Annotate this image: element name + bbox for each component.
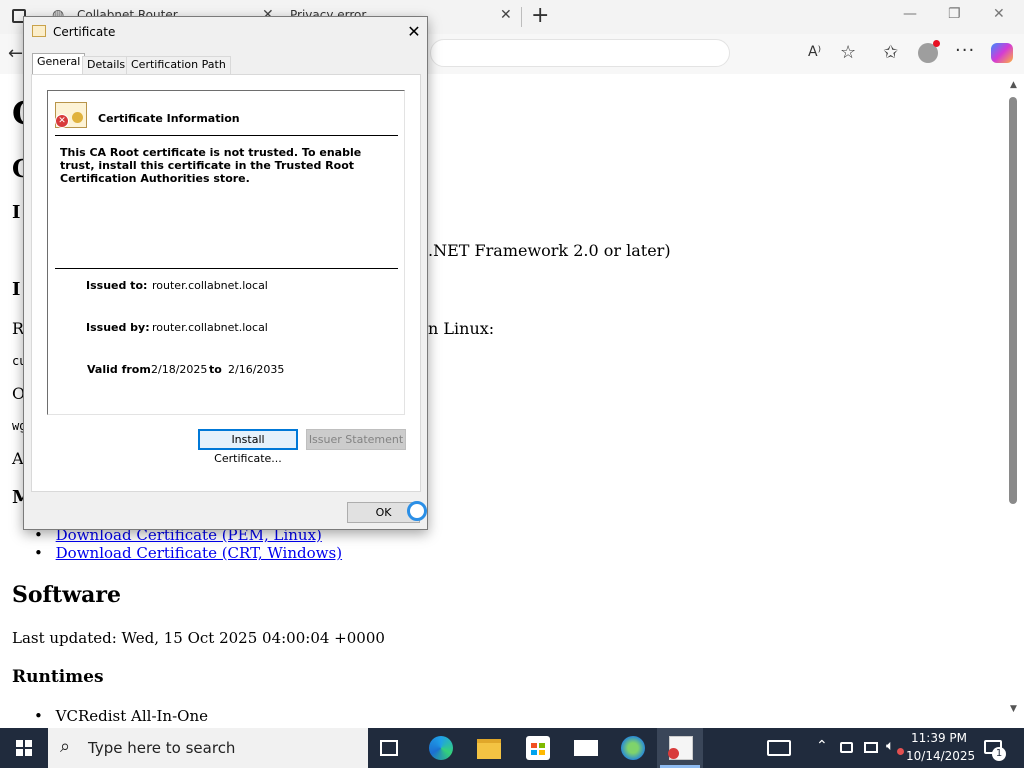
divider xyxy=(55,268,398,269)
windows-logo-icon xyxy=(16,740,32,756)
search-placeholder: Type here to search xyxy=(88,739,236,757)
back-icon[interactable]: ← xyxy=(8,43,23,64)
dialog-title: Certificate xyxy=(53,25,116,39)
issued-to-label: Issued to: xyxy=(86,279,148,292)
tab-certification-path[interactable]: Certification Path xyxy=(126,56,231,74)
notification-dot-icon xyxy=(933,40,940,47)
close-icon[interactable]: ✕ xyxy=(500,7,512,23)
runtime-item: VCRedist All-In-One xyxy=(55,707,208,725)
install-certificate-button[interactable]: Install Certificate... xyxy=(198,429,298,465)
netfx-text: .NET Framework 2.0 or later) xyxy=(428,241,671,260)
address-field[interactable] xyxy=(430,39,730,67)
issued-by-value: router.collabnet.local xyxy=(152,321,268,334)
scroll-thumb[interactable] xyxy=(1009,97,1017,504)
network-globe-icon[interactable] xyxy=(621,736,645,760)
last-updated-text: Last updated: Wed, 15 Oct 2025 04:00:04 … xyxy=(12,629,385,647)
certificate-dialog: Certificate ✕ General Details Certificat… xyxy=(23,16,428,530)
general-tab-panel: ✕ Certificate Information This CA Root c… xyxy=(31,74,421,492)
copilot-icon[interactable] xyxy=(991,43,1013,63)
favorite-icon[interactable]: ☆ xyxy=(840,42,856,63)
certificate-info-title: Certificate Information xyxy=(98,112,240,125)
bullet-icon: • xyxy=(34,707,43,725)
list-item: • Download Certificate (CRT, Windows) xyxy=(34,544,342,562)
task-view-icon[interactable] xyxy=(380,740,398,756)
busy-cursor-icon xyxy=(407,501,427,521)
valid-to-value: 2/16/2035 xyxy=(228,363,285,376)
start-button[interactable] xyxy=(0,728,48,768)
more-icon[interactable]: ··· xyxy=(955,40,975,61)
meet-now-icon[interactable] xyxy=(840,742,853,753)
chevron-up-icon[interactable]: ⌃ xyxy=(816,738,828,754)
valid-from-value: 2/18/2025 xyxy=(151,363,208,376)
valid-to-label: to xyxy=(209,363,222,376)
minimize-icon[interactable]: — xyxy=(903,6,917,22)
mute-badge-icon xyxy=(897,748,904,755)
issued-to-value: router.collabnet.local xyxy=(152,279,268,292)
mail-icon[interactable] xyxy=(574,740,598,756)
window-close-icon[interactable]: ✕ xyxy=(993,6,1005,22)
issued-by-label: Issued by: xyxy=(86,321,150,334)
valid-from-label: Valid from xyxy=(87,363,151,376)
file-explorer-icon[interactable] xyxy=(477,739,501,759)
clock-time[interactable]: 11:39 PM xyxy=(906,731,972,745)
linux-text: n Linux: xyxy=(428,319,495,338)
issuer-statement-button: Issuer Statement xyxy=(306,429,406,450)
software-heading: Software xyxy=(12,582,121,608)
error-badge-icon: ✕ xyxy=(55,114,69,128)
news-widget-icon[interactable] xyxy=(767,740,791,756)
scroll-down-icon[interactable]: ▼ xyxy=(1010,704,1017,714)
tab-details[interactable]: Details xyxy=(82,56,131,74)
subheading-partial: I xyxy=(12,279,21,300)
favorites-icon[interactable]: ✩ xyxy=(883,42,898,63)
network-icon[interactable] xyxy=(864,742,878,753)
divider xyxy=(55,135,398,136)
notification-count-badge: 1 xyxy=(992,747,1006,761)
download-crt-link[interactable]: Download Certificate (CRT, Windows) xyxy=(56,544,342,562)
scroll-up-icon[interactable]: ▲ xyxy=(1010,80,1017,90)
subheading-partial: I xyxy=(12,202,21,223)
paragraph-partial: A xyxy=(12,449,24,468)
search-box[interactable]: ⌕ Type here to search xyxy=(48,728,368,768)
volume-muted-icon[interactable]: 🔈︎ xyxy=(886,738,894,754)
search-icon: ⌕ xyxy=(60,736,71,757)
bullet-icon: • xyxy=(34,544,43,562)
maximize-icon[interactable]: ❐ xyxy=(948,6,961,22)
certificate-info-box: ✕ Certificate Information This CA Root c… xyxy=(47,90,405,415)
certificate-title-icon xyxy=(32,25,46,37)
seal-icon xyxy=(72,112,83,123)
edge-icon[interactable] xyxy=(429,736,453,760)
tab-general[interactable]: General xyxy=(32,53,86,75)
store-tiles-icon xyxy=(531,743,545,755)
list-item: • VCRedist All-In-One xyxy=(34,707,208,725)
trust-warning: This CA Root certificate is not trusted.… xyxy=(60,146,362,185)
read-aloud-icon[interactable]: A⁾ xyxy=(808,44,821,60)
store-icon[interactable] xyxy=(526,736,550,760)
new-tab-icon[interactable]: + xyxy=(531,3,549,28)
error-badge-icon xyxy=(668,748,679,759)
close-icon[interactable]: ✕ xyxy=(402,20,426,44)
runtimes-heading: Runtimes xyxy=(12,667,104,687)
certificate-app-icon[interactable] xyxy=(668,736,693,760)
clock-date[interactable]: 10/14/2025 xyxy=(906,749,975,763)
tab-divider xyxy=(521,7,522,27)
taskbar: ⌕ Type here to search ⌃ 🔈︎ 11:39 PM 10/1… xyxy=(0,728,1024,768)
